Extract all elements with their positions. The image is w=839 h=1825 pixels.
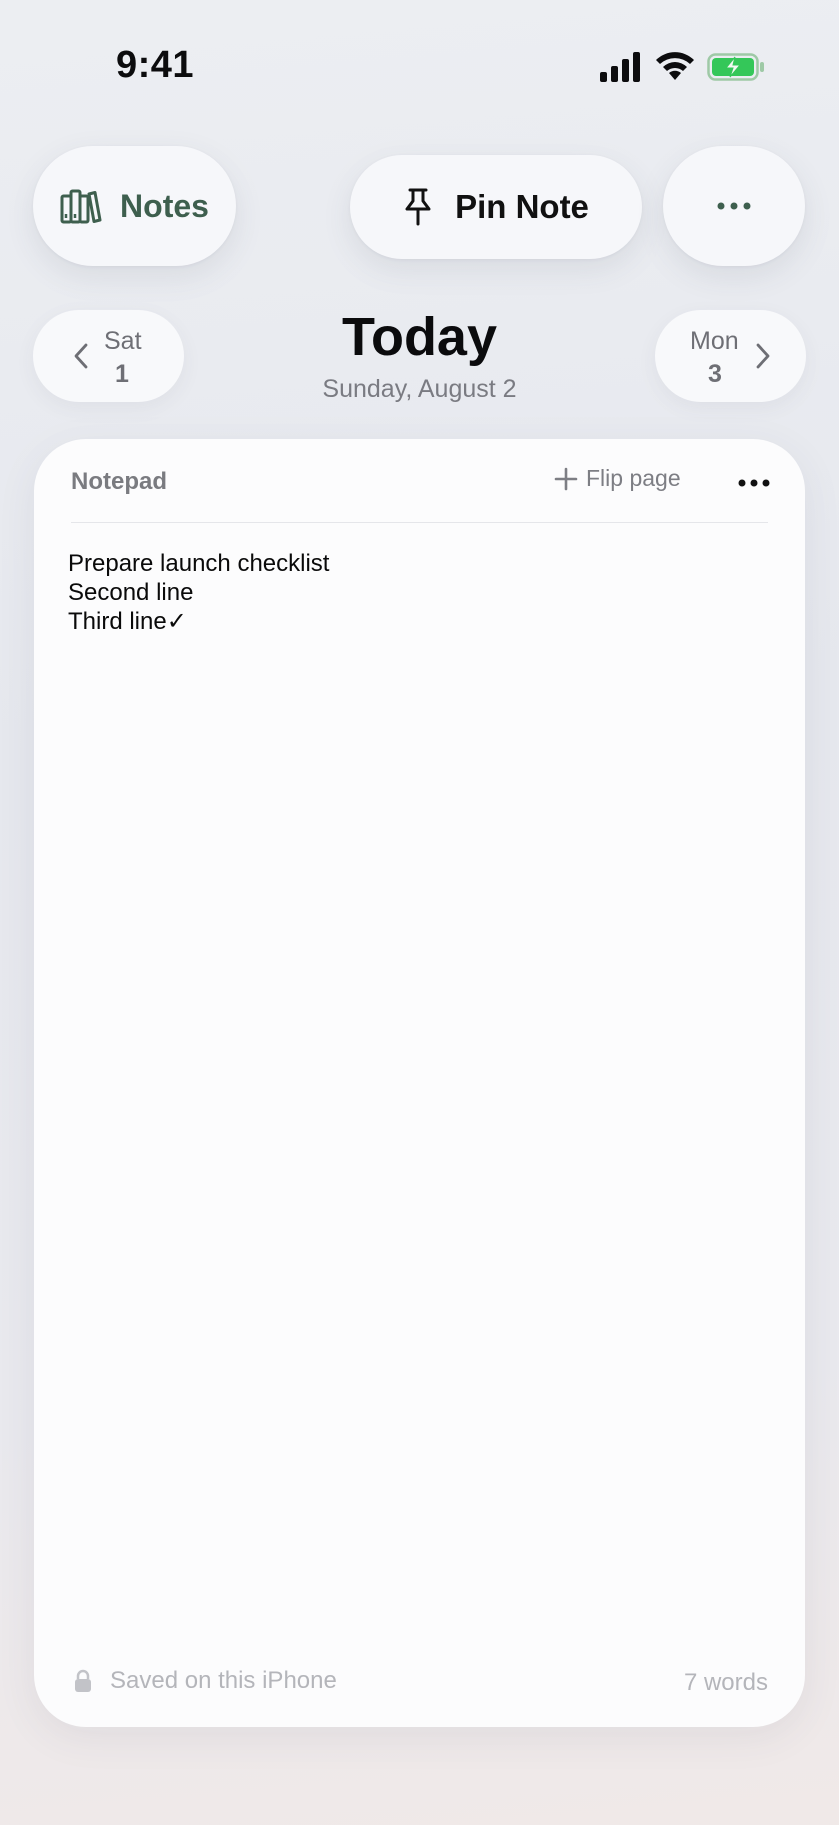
pin-note-label: Pin Note xyxy=(455,188,589,225)
card-divider xyxy=(71,522,768,523)
notepad-more-icon[interactable] xyxy=(738,479,770,487)
pin-note-button[interactable]: Pin Note xyxy=(350,155,642,259)
pin-icon xyxy=(405,188,431,226)
note-text-area[interactable]: Prepare launch checklist Second line Thi… xyxy=(68,549,329,636)
notes-library-button[interactable]: Notes xyxy=(33,146,236,266)
wifi-icon xyxy=(656,52,694,80)
status-bar: 9:41 xyxy=(0,0,839,130)
next-day-name: Mon xyxy=(690,327,739,355)
notepad-card: Notepad Flip page Prepare launch checkli… xyxy=(34,439,805,1727)
more-options-button[interactable] xyxy=(663,146,805,266)
chevron-right-icon xyxy=(756,343,770,369)
lock-icon xyxy=(75,1669,91,1692)
note-line: Second line xyxy=(68,579,194,606)
battery-charging-icon xyxy=(707,53,764,81)
next-day-number: 3 xyxy=(708,360,722,388)
saved-status-label: Saved on this iPhone xyxy=(110,1667,337,1694)
library-icon xyxy=(60,189,102,224)
signal-icon xyxy=(600,52,640,82)
saved-status: Saved on this iPhone xyxy=(74,1667,337,1695)
note-line: Third line✓ xyxy=(68,608,187,635)
note-line: Prepare launch checklist xyxy=(68,550,330,577)
flip-page-label: Flip page xyxy=(586,465,681,491)
notes-label: Notes xyxy=(120,187,209,224)
status-time: 9:41 xyxy=(116,44,195,86)
flip-page-button[interactable]: Flip page xyxy=(554,465,681,492)
more-icon xyxy=(717,202,751,210)
notepad-title: Notepad xyxy=(71,468,167,495)
word-count: 7 words xyxy=(683,1669,768,1696)
next-day-button[interactable]: Mon 3 xyxy=(655,310,806,402)
plus-icon xyxy=(554,467,578,490)
